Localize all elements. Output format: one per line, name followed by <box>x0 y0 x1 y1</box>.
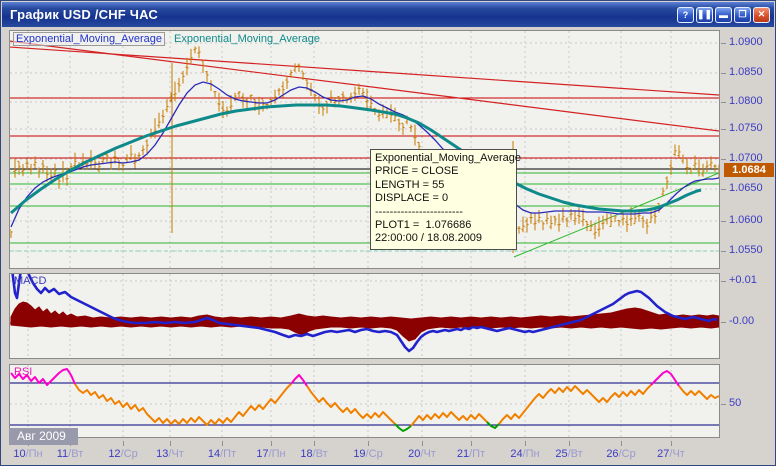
price-chart-panel[interactable]: Exponential_Moving_Average Exponential_M… <box>9 30 720 269</box>
price-axis-label: 1.0850 <box>729 66 763 78</box>
date-label: 21/Пт <box>441 448 501 460</box>
tooltip-title: Exponential_Moving_Average <box>375 152 512 165</box>
axis-tick <box>721 102 726 103</box>
chart-window: График USD /CHF ЧАС ?❚❚▬❐✕ Exponential_M… <box>0 0 776 466</box>
date-tick <box>368 441 369 446</box>
price-axis-label: 1.0650 <box>729 182 763 194</box>
window-title: График USD /CHF ЧАС <box>10 7 677 22</box>
macd-panel[interactable]: MACD <box>9 273 720 359</box>
pause-button[interactable]: ❚❚ <box>696 7 713 23</box>
tooltip-line: PRICE = CLOSE <box>375 165 512 178</box>
date-tick <box>471 441 472 446</box>
macd-canvas[interactable] <box>10 274 719 358</box>
axis-tick <box>721 404 726 405</box>
ema-properties-tooltip: Exponential_Moving_Average PRICE = CLOSE… <box>370 149 517 250</box>
macd-axis-label: +0.01 <box>729 274 757 286</box>
legend-ema-slow[interactable]: Exponential_Moving_Average <box>174 33 320 45</box>
help-button[interactable]: ? <box>677 7 694 23</box>
current-price-tag: 1.0684 <box>724 163 774 177</box>
rsi-axis-label: 50 <box>729 397 741 409</box>
date-tick <box>569 441 570 446</box>
price-axis-label: 1.0800 <box>729 95 763 107</box>
price-axis: 1.09001.08501.08001.07501.07001.06501.06… <box>721 1 776 441</box>
axis-tick <box>721 43 726 44</box>
rsi-canvas[interactable] <box>10 365 719 437</box>
date-tick <box>170 441 171 446</box>
date-tick <box>422 441 423 446</box>
rsi-label: RSI <box>14 366 32 378</box>
date-label: 19/Ср <box>338 448 398 460</box>
date-label: 25/Вт <box>539 448 599 460</box>
date-axis: 10/Пн11/Вт12/Ср13/Чт14/Пт17/Пн18/Вт19/Ср… <box>1 441 776 464</box>
axis-tick <box>721 129 726 130</box>
axis-tick <box>721 189 726 190</box>
tooltip-line: DISPLACE = 0 <box>375 192 512 205</box>
date-tick <box>271 441 272 446</box>
axis-tick <box>721 159 726 160</box>
date-tick <box>671 441 672 446</box>
date-tick <box>222 441 223 446</box>
axis-tick <box>721 221 726 222</box>
date-tick <box>314 441 315 446</box>
tooltip-line: ------------------------ <box>375 206 512 219</box>
tooltip-line: LENGTH = 55 <box>375 179 512 192</box>
tooltip-line: PLOT1 = 1.076686 <box>375 219 512 232</box>
axis-tick <box>721 73 726 74</box>
titlebar[interactable]: График USD /CHF ЧАС ?❚❚▬❐✕ <box>2 2 774 27</box>
axis-tick <box>721 251 726 252</box>
date-label: 27/Чт <box>641 448 701 460</box>
price-axis-label: 1.0900 <box>729 36 763 48</box>
axis-tick <box>721 281 726 282</box>
price-chart-canvas[interactable] <box>10 31 719 268</box>
axis-tick <box>721 322 726 323</box>
chart-legend: Exponential_Moving_Average Exponential_M… <box>13 33 320 45</box>
price-axis-label: 1.0600 <box>729 214 763 226</box>
month-label: Авг 2009 <box>9 428 78 445</box>
date-label: 18/Вт <box>284 448 344 460</box>
rsi-panel[interactable]: RSI <box>9 364 720 438</box>
macd-axis-label: -0.00 <box>729 315 754 327</box>
date-label: 13/Чт <box>140 448 200 460</box>
price-axis-label: 1.0750 <box>729 122 763 134</box>
price-axis-label: 1.0550 <box>729 244 763 256</box>
date-tick <box>123 441 124 446</box>
tooltip-line: 22:00:00 / 18.08.2009 <box>375 232 512 245</box>
date-tick <box>525 441 526 446</box>
date-label: 11/Вт <box>40 448 100 460</box>
legend-ema-fast[interactable]: Exponential_Moving_Average <box>13 32 165 46</box>
date-tick <box>621 441 622 446</box>
macd-label: MACD <box>14 275 46 287</box>
